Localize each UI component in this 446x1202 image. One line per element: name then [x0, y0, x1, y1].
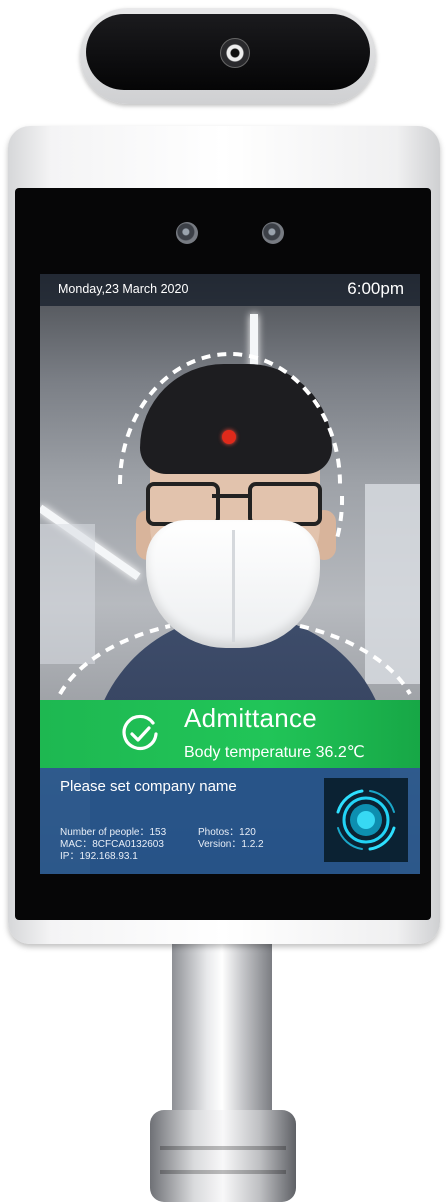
date-label: Monday,23 March 2020: [58, 282, 189, 296]
company-name-label: Please set company name: [60, 778, 237, 795]
device-info-panel: Please set company name Number of people…: [40, 768, 420, 874]
camera-module: [80, 8, 376, 104]
camera-module-front: [86, 14, 370, 90]
admittance-banner: Admittance Body temperature 36.2℃: [40, 700, 420, 768]
status-bar: Monday,23 March 2020 6:00pm: [40, 274, 420, 306]
body-temperature-label: Body temperature 36.2℃: [184, 744, 365, 761]
target-dot-icon: [222, 430, 236, 444]
admittance-title: Admittance: [184, 703, 318, 733]
version-label: Version：1.2.2: [198, 839, 264, 850]
time-label: 6:00pm: [347, 279, 404, 298]
device-screen: Monday,23 March 2020 6:00pm Admittance B…: [40, 274, 420, 874]
camera-lens-icon: [220, 38, 250, 68]
stand-base-nut: [150, 1110, 296, 1202]
ir-sensor-right-icon: [262, 222, 284, 244]
face-scan-logo-icon: [324, 778, 408, 862]
check-circle-icon: [122, 714, 158, 751]
ir-sensor-left-icon: [176, 222, 198, 244]
ip-address-label: IP：192.168.93.1: [60, 851, 138, 862]
